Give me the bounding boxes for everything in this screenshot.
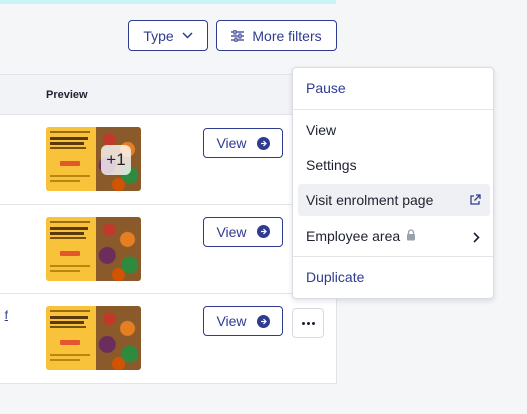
campaign-name-link[interactable]: f	[0, 308, 8, 322]
chevron-right-icon	[473, 230, 480, 246]
table-row: f View	[0, 294, 336, 384]
menu-item-settings[interactable]: Settings	[298, 149, 490, 181]
type-filter-button[interactable]: Type	[128, 20, 208, 51]
lock-icon	[406, 228, 416, 244]
top-accent-strip	[0, 0, 336, 4]
arrow-right-circle-icon	[256, 136, 270, 150]
preview-thumbnail[interactable]: +1	[46, 127, 141, 191]
view-button[interactable]: View	[203, 216, 283, 247]
arrow-right-circle-icon	[256, 225, 270, 238]
view-button-label: View	[216, 223, 247, 240]
menu-divider	[293, 256, 493, 257]
external-link-icon	[469, 193, 481, 209]
menu-item-employee-area-label: Employee area	[306, 228, 401, 244]
column-header-preview: Preview	[46, 89, 88, 101]
view-button-label: View	[216, 313, 247, 329]
extra-previews-badge: +1	[101, 145, 131, 175]
menu-item-duplicate-label: Duplicate	[306, 269, 365, 285]
table-header: Preview	[0, 75, 336, 115]
campaign-table: Preview +1 View View f View	[0, 74, 337, 384]
menu-item-view[interactable]: View	[298, 114, 490, 146]
actions-menu: Pause View Settings Visit enrolment page…	[292, 67, 494, 299]
menu-item-pause[interactable]: Pause	[298, 72, 490, 104]
more-filters-button[interactable]: More filters	[216, 20, 337, 51]
more-filters-label: More filters	[252, 27, 322, 44]
sliders-icon	[231, 29, 245, 42]
menu-item-visit-label: Visit enrolment page	[306, 192, 434, 208]
menu-item-view-label: View	[306, 122, 337, 138]
menu-item-visit-enrolment-page[interactable]: Visit enrolment page	[298, 184, 490, 216]
view-button[interactable]: View	[203, 128, 283, 158]
type-filter-label: Type	[143, 27, 174, 44]
menu-divider	[293, 109, 493, 110]
view-button-label: View	[216, 135, 247, 151]
preview-thumbnail[interactable]	[46, 216, 141, 281]
menu-item-pause-label: Pause	[306, 80, 346, 96]
more-actions-button[interactable]	[292, 308, 324, 338]
preview-thumbnail[interactable]	[46, 306, 141, 370]
menu-item-employee-area[interactable]: Employee area	[298, 220, 490, 252]
table-row: +1 View	[0, 115, 336, 205]
ellipsis-icon	[301, 321, 315, 325]
arrow-right-circle-icon	[256, 314, 270, 328]
menu-item-duplicate[interactable]: Duplicate	[298, 261, 490, 293]
table-row: View	[0, 205, 336, 294]
menu-item-settings-label: Settings	[306, 157, 357, 173]
chevron-down-icon	[182, 32, 193, 39]
view-button[interactable]: View	[203, 306, 283, 336]
